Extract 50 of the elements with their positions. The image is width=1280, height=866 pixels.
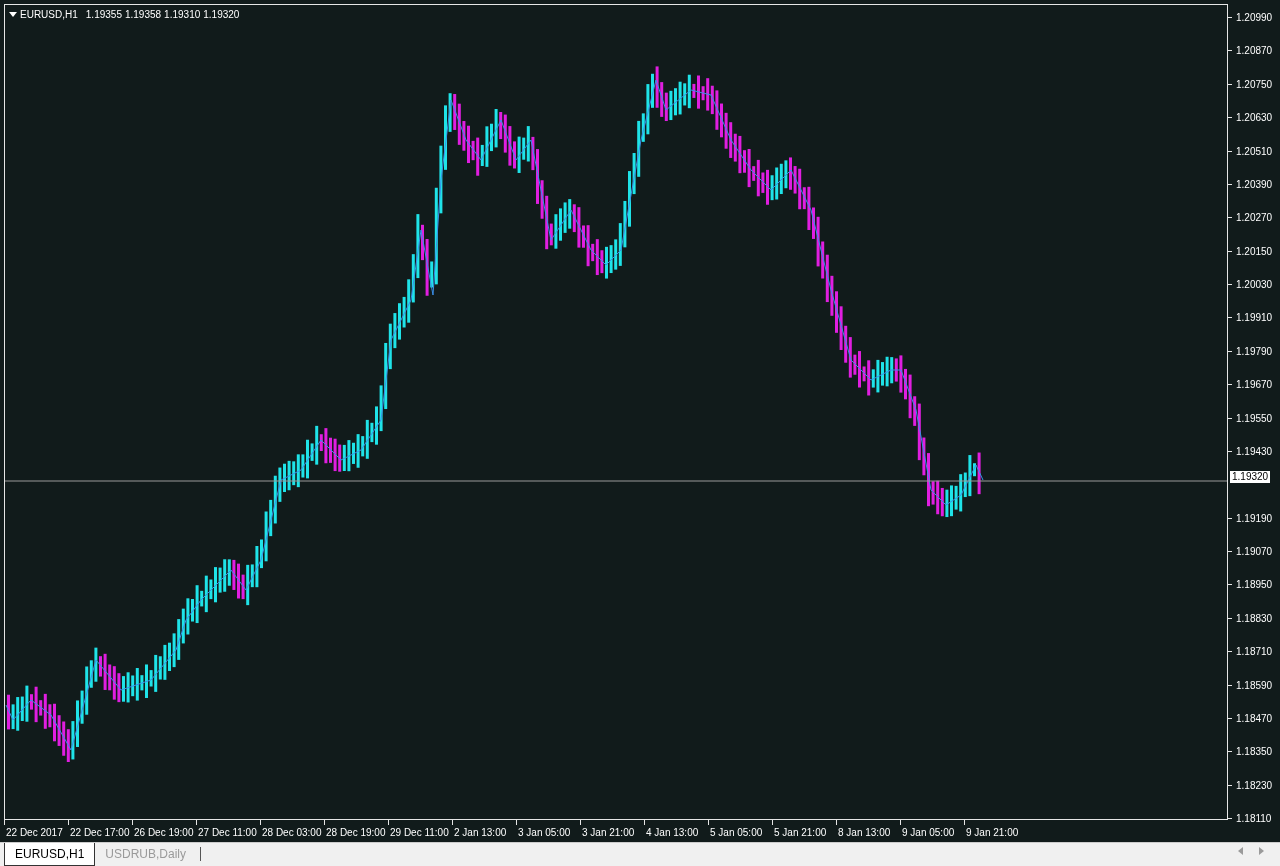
price-label: 1.18470 (1228, 701, 1280, 736)
price-label: 1.19670 (1228, 368, 1280, 402)
scroll-left-icon[interactable] (1238, 847, 1243, 855)
quote-value: 1.19355 (85, 8, 122, 22)
time-label: 5 Jan 21:00 (772, 820, 836, 842)
price-label: 1.20510 (1228, 134, 1280, 168)
price-label: 1.20750 (1228, 67, 1280, 102)
time-label: 5 Jan 05:00 (708, 820, 772, 842)
current-price-label: 1.19320 (1230, 471, 1271, 483)
time-label: 9 Jan 21:00 (964, 820, 1028, 842)
price-label: 1.18110 (1228, 802, 1280, 836)
price-label: 1.18350 (1228, 735, 1280, 769)
price-label: 1.18710 (1228, 635, 1280, 669)
price-label: 1.19070 (1228, 535, 1280, 569)
time-label: 22 Dec 17:00 (68, 820, 132, 842)
quote-value: 1.19358 (124, 8, 162, 22)
price-label: 1.19790 (1228, 334, 1280, 369)
time-label: 3 Jan 05:00 (516, 820, 580, 842)
price-label: 1.20990 (1228, 1, 1280, 35)
time-label: 2 Jan 13:00 (452, 820, 516, 842)
price-label: 1.20390 (1228, 167, 1280, 202)
time-label: 28 Dec 03:00 (260, 820, 324, 842)
chart-symbol: EURUSD,H1 (20, 8, 78, 22)
time-label: 8 Jan 13:00 (836, 820, 900, 842)
price-label: 1.19430 (1228, 434, 1280, 469)
time-label: 26 Dec 19:00 (132, 820, 196, 842)
price-label: 1.19910 (1228, 301, 1280, 335)
chart-tab[interactable]: EURUSD,H1 (4, 843, 96, 866)
price-label: 1.20630 (1228, 101, 1280, 135)
time-label: 22 Dec 2017 (4, 820, 68, 842)
price-label: 1.20030 (1228, 268, 1280, 302)
quote-value: 1.19310 (164, 8, 201, 22)
price-label: 1.18590 (1228, 668, 1280, 702)
time-label: 28 Dec 19:00 (324, 820, 388, 842)
time-label: 9 Jan 05:00 (900, 820, 964, 842)
price-label: 1.20150 (1228, 234, 1280, 268)
price-label: 1.19190 (1228, 501, 1280, 535)
time-label: 3 Jan 21:00 (580, 820, 644, 842)
time-label: 27 Dec 11:00 (196, 820, 260, 842)
price-label: 1.19550 (1228, 401, 1280, 435)
quote-value: 1.19320 (203, 8, 240, 22)
price-label: 1.18830 (1228, 601, 1280, 636)
time-label: 4 Jan 13:00 (644, 820, 708, 842)
price-label: 1.20270 (1228, 201, 1280, 235)
dropdown-icon[interactable] (9, 11, 17, 18)
time-label: 29 Dec 11:00 (388, 820, 452, 842)
price-label: 1.18230 (1228, 768, 1280, 802)
price-label: 1.18950 (1228, 568, 1280, 602)
price-label: 1.20870 (1228, 34, 1280, 68)
scroll-right-icon[interactable] (1259, 847, 1264, 855)
